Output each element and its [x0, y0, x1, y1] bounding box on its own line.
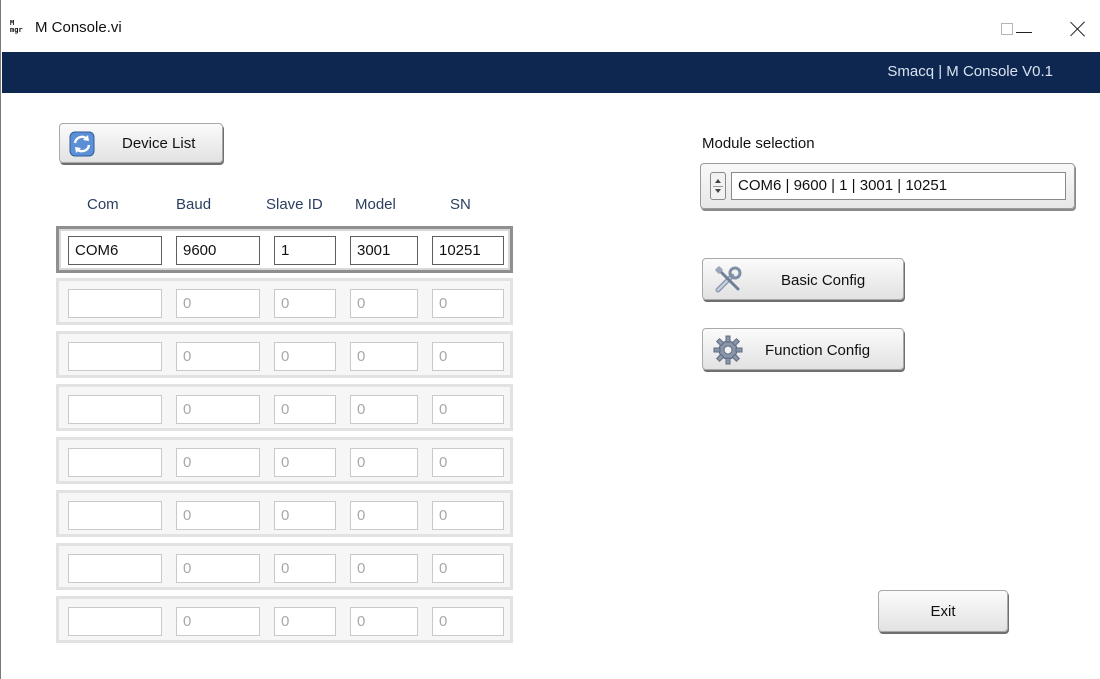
baud-field[interactable]: 0 [176, 607, 260, 636]
slave-id-field[interactable]: 0 [274, 342, 336, 371]
device-row[interactable]: 0 0 0 0 [56, 543, 513, 590]
device-row[interactable]: 0 0 0 0 [56, 331, 513, 378]
model-field[interactable]: 0 [350, 289, 418, 318]
module-selection-label: Module selection [702, 135, 815, 152]
tools-icon [715, 266, 742, 293]
refresh-icon [69, 131, 95, 157]
slave-id-field[interactable]: 0 [274, 501, 336, 530]
model-field[interactable]: 0 [350, 554, 418, 583]
device-row[interactable]: 0 0 0 0 [56, 437, 513, 484]
device-list-label: Device List [122, 135, 196, 152]
module-selection-spinner[interactable] [710, 172, 726, 200]
com-field[interactable] [68, 342, 162, 371]
header-banner: Smacq | M Console V0.1 [2, 52, 1100, 93]
sn-field[interactable]: 0 [432, 607, 504, 636]
function-config-button[interactable]: Function Config [702, 328, 904, 370]
baud-field[interactable]: 0 [176, 395, 260, 424]
column-header-model: Model [355, 196, 396, 213]
slave-id-field[interactable]: 0 [274, 448, 336, 477]
com-field[interactable] [68, 554, 162, 583]
maximize-icon [1001, 23, 1013, 35]
baud-field[interactable]: 0 [176, 448, 260, 477]
increment-arrow-icon [715, 179, 721, 183]
app-icon: M mgr [10, 19, 23, 34]
title-bar: M mgr M Console.vi [1, 0, 1100, 52]
basic-config-label: Basic Config [781, 272, 866, 289]
column-header-slave-id: Slave ID [266, 196, 323, 213]
sn-field[interactable]: 0 [432, 554, 504, 583]
close-button[interactable] [1055, 12, 1100, 46]
column-header-sn: SN [450, 196, 471, 213]
baud-field[interactable]: 9600 [176, 236, 260, 265]
banner-text: Smacq | M Console V0.1 [887, 63, 1053, 80]
app-window: M mgr M Console.vi Smacq | M Console V0.… [0, 0, 1100, 679]
model-field[interactable]: 3001 [350, 236, 418, 265]
com-field[interactable] [68, 395, 162, 424]
window-title: M Console.vi [35, 19, 122, 36]
com-field[interactable] [68, 501, 162, 530]
model-field[interactable]: 0 [350, 342, 418, 371]
baud-field[interactable]: 0 [176, 501, 260, 530]
slave-id-field[interactable]: 1 [274, 236, 336, 265]
device-list-button[interactable]: Device List [59, 123, 223, 163]
device-row[interactable]: 0 0 0 0 [56, 490, 513, 537]
model-field[interactable]: 0 [350, 395, 418, 424]
column-header-baud: Baud [176, 196, 212, 213]
gear-icon [713, 335, 743, 365]
sn-field[interactable]: 0 [432, 395, 504, 424]
slave-id-field[interactable]: 0 [274, 395, 336, 424]
com-field[interactable] [68, 607, 162, 636]
function-config-label: Function Config [765, 342, 871, 359]
device-row[interactable]: 0 0 0 0 [56, 278, 513, 325]
exit-label: Exit [930, 602, 956, 620]
sn-field[interactable]: 0 [432, 448, 504, 477]
close-icon [1070, 21, 1086, 37]
slave-id-field[interactable]: 0 [274, 554, 336, 583]
basic-config-button[interactable]: Basic Config [702, 258, 904, 300]
baud-field[interactable]: 0 [176, 342, 260, 371]
baud-field[interactable]: 0 [176, 289, 260, 318]
com-field[interactable] [68, 289, 162, 318]
slave-id-field[interactable]: 0 [274, 607, 336, 636]
maximize-button[interactable] [984, 12, 1030, 46]
module-selection-ring[interactable]: COM6 | 9600 | 1 | 3001 | 10251 [700, 163, 1075, 209]
sn-field[interactable]: 0 [432, 501, 504, 530]
device-row[interactable]: 0 0 0 0 [56, 596, 513, 643]
com-field[interactable]: COM6 [68, 236, 162, 265]
model-field[interactable]: 0 [350, 501, 418, 530]
device-row[interactable]: COM6 9600 1 3001 10251 [56, 226, 513, 273]
exit-button[interactable]: Exit [878, 590, 1008, 632]
sn-field[interactable]: 0 [432, 289, 504, 318]
baud-field[interactable]: 0 [176, 554, 260, 583]
slave-id-field[interactable]: 0 [274, 289, 336, 318]
decrement-arrow-icon [715, 189, 721, 193]
model-field[interactable]: 0 [350, 607, 418, 636]
device-row[interactable]: 0 0 0 0 [56, 384, 513, 431]
column-header-com: Com [87, 196, 119, 213]
com-field[interactable] [68, 448, 162, 477]
sn-field[interactable]: 0 [432, 342, 504, 371]
module-selection-value[interactable]: COM6 | 9600 | 1 | 3001 | 10251 [731, 172, 1066, 200]
model-field[interactable]: 0 [350, 448, 418, 477]
sn-field[interactable]: 10251 [432, 236, 504, 265]
